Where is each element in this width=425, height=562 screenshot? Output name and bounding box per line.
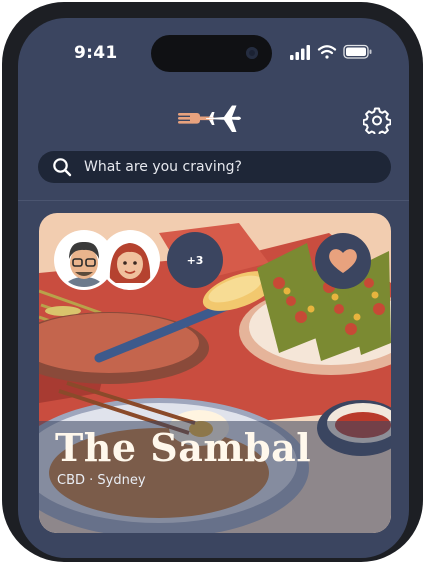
favorite-button[interactable] (315, 233, 371, 289)
search-input[interactable] (82, 158, 376, 176)
phone-bezel: 9:41 What are you craving? +3 The Sambal… (2, 2, 423, 562)
restaurant-location: CBD · Sydney (57, 473, 146, 488)
wifi-icon (317, 45, 337, 59)
status-time: 9:41 (74, 43, 118, 63)
restaurant-card[interactable]: +3 The Sambal CBD · Sydney (39, 213, 391, 533)
gear-icon[interactable] (363, 106, 391, 134)
search-icon (53, 158, 72, 177)
app-screen: 9:41 What are you craving? +3 The Sambal… (18, 18, 409, 558)
battery-icon (343, 44, 372, 59)
heart-icon (329, 249, 357, 273)
avatar-woman (103, 233, 157, 287)
status-bar: 9:41 (18, 18, 409, 90)
signal-icon (290, 45, 310, 60)
app-header (18, 90, 409, 150)
device-frame: 9:41 What are you craving? +3 The Sambal… (0, 0, 425, 562)
status-icons (290, 44, 372, 60)
search-bar[interactable] (38, 151, 391, 183)
extra-diners-count: +3 (167, 232, 223, 288)
camera-icon (246, 47, 258, 59)
header-divider (18, 200, 409, 201)
restaurant-name: The Sambal (55, 425, 312, 470)
fork-plane-logo-icon (178, 105, 241, 132)
dynamic-island (151, 35, 272, 72)
